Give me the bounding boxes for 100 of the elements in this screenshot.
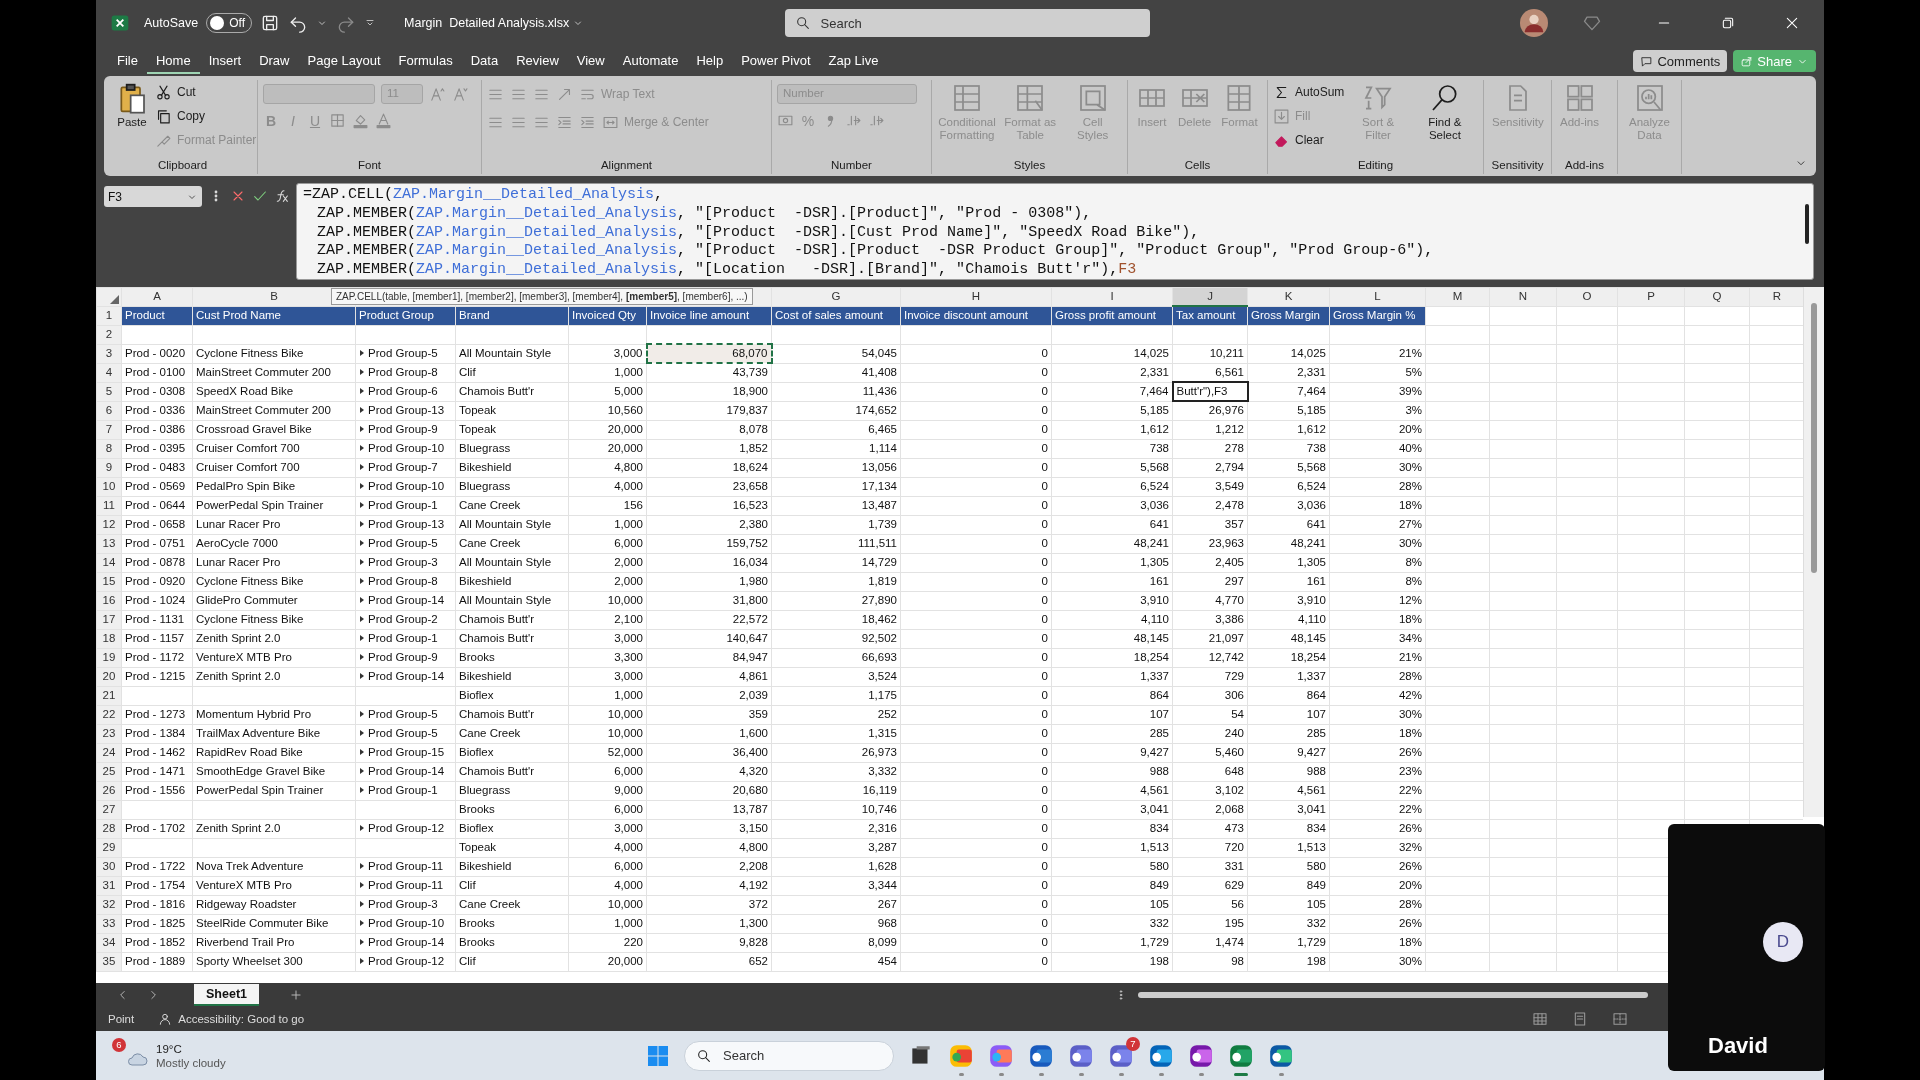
ribbon-tab[interactable]: Data [461, 48, 508, 74]
ribbon-tab[interactable]: View [567, 48, 614, 74]
table-cell: 17,134 [771, 477, 901, 496]
table-cell: 4,800 [646, 838, 772, 857]
copy-button[interactable]: Copy [155, 106, 257, 126]
column-header[interactable]: G [771, 287, 901, 306]
taskbar-search-field[interactable]: Search [684, 1040, 894, 1071]
name-box[interactable]: F3 [104, 186, 202, 207]
table-cell: 3% [1329, 401, 1426, 420]
table-cell: 2,478 [1172, 496, 1248, 515]
ribbon-tab[interactable]: Insert [199, 48, 251, 74]
table-cell: PedalPro Spin Bike [192, 477, 356, 496]
table-cell: 10,000 [568, 895, 647, 914]
column-header[interactable]: K [1247, 287, 1330, 306]
table-cell: 54 [1172, 705, 1248, 724]
paste-button[interactable]: Paste [113, 80, 151, 131]
column-header[interactable]: J [1172, 287, 1248, 306]
table-cell: Prod - 0100 [121, 363, 193, 382]
table-cell: 720 [1172, 838, 1248, 857]
table-cell: Bikeshield [455, 667, 569, 686]
formula-field[interactable]: =ZAP.CELL(ZAP.Margin__Detailed_Analysis, ZAP.MEMBER(ZAP.Margin__Detailed_Analysis, "[Product -DSR].[Product]", "Prod - 0308"), ZAP.MEMBER(ZAP.Margin__Detailed_Analysis, "[Product -DSR].[Cust Prod Name]", "SpeedX Road Bike"), ZAP.MEMBER(ZAP.Margin__Detailed_Analysis, "[Product -DSR].[Product -DSR Product Group]", "Product Group", "Prod Group-6"), ZAP.MEMBER(ZAP.Margin__Detailed_Analysis, "[Location -DSR].[Brand]", "Chamois Butt'r"),F3 [296, 183, 1814, 280]
column-header[interactable]: Q [1684, 287, 1750, 306]
ribbon-tab[interactable]: Page Layout [298, 48, 390, 74]
table-cell: 0 [900, 724, 1052, 743]
column-header[interactable]: A [121, 287, 193, 306]
ribbon-tab[interactable]: Zap Live [819, 48, 888, 74]
column-header[interactable]: P [1617, 287, 1685, 306]
ribbon-tab[interactable]: Automate [613, 48, 688, 74]
table-cell: 220 [568, 933, 647, 952]
table-cell: Prod - 1172 [121, 648, 193, 667]
column-header[interactable]: M [1425, 287, 1490, 306]
ribbon-tab[interactable]: Power Pivot [732, 48, 820, 74]
table-cell: Nova Trek Adventure [192, 857, 356, 876]
search-field[interactable]: Search [784, 9, 1150, 37]
table-cell: Prod Group-3 [368, 556, 438, 568]
table-cell: 267 [771, 895, 901, 914]
table-cell: Brooks [455, 933, 569, 952]
table-cell: Prod Group-8 [368, 366, 438, 378]
table-cell: 0 [900, 439, 1052, 458]
notification-badge: 6 [112, 1037, 126, 1052]
ribbon-tab[interactable]: Help [687, 48, 733, 74]
find-select-button[interactable]: Find & Select [1411, 80, 1478, 144]
column-header[interactable]: I [1051, 287, 1173, 306]
autosum-button[interactable]: AutoSum [1273, 82, 1345, 102]
table-cell: 738 [1247, 439, 1330, 458]
ribbon-tab[interactable]: Home [146, 48, 200, 74]
column-header[interactable]: R [1749, 287, 1803, 306]
table-cell: 0 [900, 800, 1052, 819]
file-name[interactable]: Margin Detailed Analysis.xlsx [404, 16, 585, 30]
ribbon-tab[interactable]: Formulas [389, 48, 462, 74]
table-cell: 0 [900, 610, 1052, 629]
table-cell: 1,000 [568, 363, 647, 382]
table-cell: Chamois Butt'r [455, 705, 569, 724]
ribbon-tab[interactable]: Review [507, 48, 568, 74]
table-cell: 20,000 [568, 420, 647, 439]
cut-button[interactable]: Cut [155, 82, 257, 102]
table-cell: 21% [1329, 344, 1426, 363]
table-cell: 8,078 [646, 420, 772, 439]
table-cell: Prod Group-2 [368, 613, 438, 625]
table-cell: 13,487 [771, 496, 901, 515]
table-cell: Prod - 1024 [121, 591, 193, 610]
table-cell: Prod Group-6 [368, 385, 438, 397]
table-cell: 105 [1051, 895, 1173, 914]
column-header[interactable]: L [1329, 287, 1426, 306]
table-cell: Prod Group-1 [368, 632, 438, 644]
table-cell: 10,211 [1172, 344, 1248, 363]
sheet-tab[interactable]: Sheet1 [194, 984, 259, 1006]
table-cell: 240 [1172, 724, 1248, 743]
ribbon-tab[interactable]: Draw [250, 48, 299, 74]
table-cell: 22% [1329, 800, 1426, 819]
ribbon-tab[interactable]: File [108, 48, 147, 74]
table-cell: 3,910 [1051, 591, 1173, 610]
table-cell: 161 [1051, 572, 1173, 591]
table-cell: Prod - 1702 [121, 819, 193, 838]
table-cell: Prod - 1462 [121, 743, 193, 762]
table-cell: 3,041 [1247, 800, 1330, 819]
table-cell: Prod - 0658 [121, 515, 193, 534]
table-cell: Prod - 0386 [121, 420, 193, 439]
table-cell: 3,332 [771, 762, 901, 781]
column-header[interactable]: H [900, 287, 1052, 306]
table-cell: Prod - 0920 [121, 572, 193, 591]
table-cell: 22,572 [646, 610, 772, 629]
table-cell: 32% [1329, 838, 1426, 857]
table-cell: 48,145 [1247, 629, 1330, 648]
table-cell: Prod - 1215 [121, 667, 193, 686]
table-cell: Prod Group-15 [368, 746, 445, 758]
column-header[interactable]: N [1489, 287, 1557, 306]
table-cell: 1,000 [568, 686, 647, 705]
table-cell: Prod Group-9 [368, 651, 438, 663]
table-cell: 0 [900, 933, 1052, 952]
table-cell: 10,000 [568, 591, 647, 610]
clear-button[interactable]: Clear [1273, 130, 1345, 150]
table-cell: 1,000 [568, 515, 647, 534]
column-header[interactable]: O [1556, 287, 1618, 306]
comments-button[interactable]: Comments [1633, 50, 1728, 72]
table-cell: Prod Group-5 [368, 537, 438, 549]
table-cell: 30% [1329, 952, 1426, 971]
mode-status: Point [108, 1013, 135, 1025]
table-cell: Prod Group-14 [368, 936, 445, 948]
accessibility-status[interactable]: Accessibility: Good to go [178, 1013, 305, 1025]
